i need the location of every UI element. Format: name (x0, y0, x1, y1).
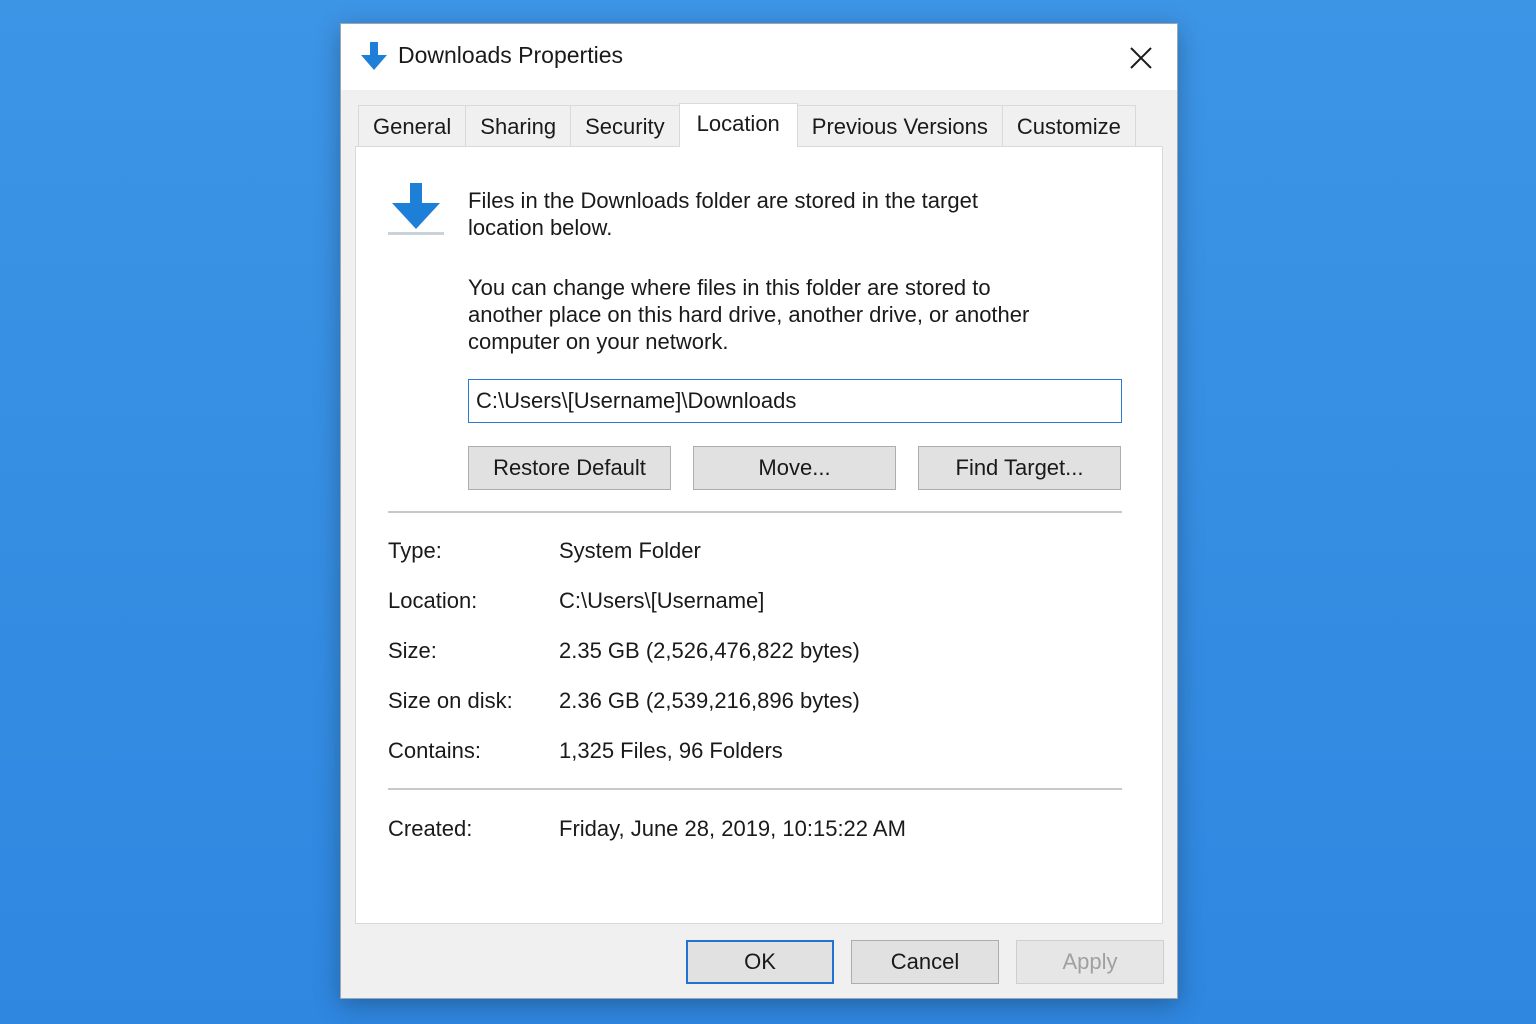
cancel-button[interactable]: Cancel (851, 940, 999, 984)
location-panel: Files in the Downloads folder are stored… (355, 146, 1163, 924)
size-on-disk-value: 2.36 GB (2,539,216,896 bytes) (559, 688, 860, 713)
tab-security[interactable]: Security (570, 105, 680, 146)
tab-customize[interactable]: Customize (1001, 105, 1136, 146)
target-path-input[interactable] (468, 379, 1122, 423)
window-title: Downloads Properties (398, 42, 624, 68)
title-bar[interactable]: Downloads Properties (341, 24, 1177, 90)
contains-label: Contains: (388, 738, 481, 763)
find-target-button[interactable]: Find Target... (918, 446, 1121, 490)
created-value: Friday, June 28, 2019, 10:15:22 AM (559, 816, 906, 841)
tab-general[interactable]: General (358, 105, 467, 146)
contains-value: 1,325 Files, 96 Folders (559, 738, 783, 763)
download-arrow-icon (361, 42, 387, 70)
tab-location[interactable]: Location (678, 103, 798, 147)
tab-strip: General Sharing Security Location Previo… (358, 103, 1136, 147)
restore-default-button[interactable]: Restore Default (468, 446, 671, 490)
divider (388, 788, 1122, 790)
location-value: C:\Users\[Username] (559, 588, 765, 613)
tab-previous-versions[interactable]: Previous Versions (796, 105, 1003, 146)
size-on-disk-label: Size on disk: (388, 688, 513, 713)
type-label: Type: (388, 538, 442, 563)
type-value: System Folder (559, 538, 701, 563)
intro-text: Files in the Downloads folder are stored… (468, 188, 978, 240)
description-text: You can change where files in this folde… (468, 275, 1030, 354)
size-value: 2.35 GB (2,526,476,822 bytes) (559, 638, 860, 663)
move-button[interactable]: Move... (693, 446, 896, 490)
close-icon[interactable] (1121, 38, 1161, 78)
divider (388, 511, 1122, 513)
location-label: Location: (388, 588, 478, 613)
tab-sharing[interactable]: Sharing (465, 105, 572, 146)
download-folder-icon (388, 183, 444, 235)
apply-button[interactable]: Apply (1016, 940, 1164, 984)
created-label: Created: (388, 816, 473, 841)
properties-dialog: Downloads Properties General Sharing Sec… (340, 23, 1178, 999)
ok-button[interactable]: OK (686, 940, 834, 984)
size-label: Size: (388, 638, 437, 663)
